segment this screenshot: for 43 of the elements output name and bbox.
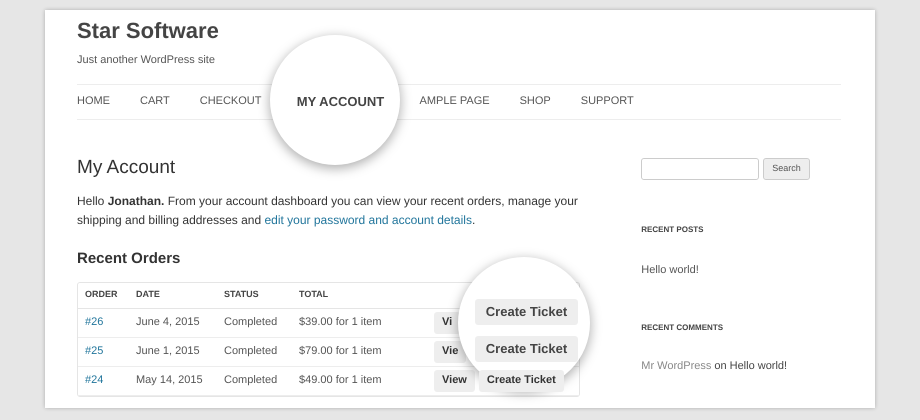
comment-author-link[interactable]: Mr WordPress	[641, 358, 712, 374]
table-cell-text: Completed	[223, 344, 278, 360]
comment-text: on	[714, 359, 727, 374]
widget-title: RECENT POSTS	[641, 224, 705, 236]
table-cell-text: $79.00 for 1 item	[298, 344, 383, 360]
column-header: STATUS	[223, 288, 260, 302]
nav-link[interactable]: CHECKOUT	[200, 93, 262, 110]
nav-link[interactable]: AMPLE PAGE	[419, 93, 490, 110]
greeting-paragraph: Hello Jonathan. From your account dashboard you can view your recent orders, manage your shipping and billing addresses and edit your password and account details.	[77, 192, 579, 228]
page-title: My Account	[77, 156, 176, 180]
post-link[interactable]: Hello world!	[730, 358, 788, 374]
create-ticket-button[interactable]: Create Ticket	[475, 298, 578, 324]
column-header: TOTAL	[298, 288, 328, 302]
search-button[interactable]: Search	[763, 158, 810, 180]
search-field[interactable]	[641, 158, 760, 180]
nav-link[interactable]: HOME	[77, 93, 110, 110]
table-cell-text: $39.00 for 1 item	[298, 315, 383, 330]
table-cell-text: Completed	[223, 373, 278, 388]
section-title: Recent Orders	[77, 250, 182, 268]
order-link[interactable]: #24	[78, 372, 128, 389]
site-tagline: Just another WordPress site	[77, 53, 216, 68]
widget-title: RECENT COMMENTS	[641, 322, 724, 334]
site-title[interactable]: Star Software	[77, 18, 841, 44]
nav-link[interactable]: SUPPORT	[580, 93, 634, 110]
order-link[interactable]: #25	[78, 343, 128, 360]
table-cell-text: Completed	[223, 315, 278, 330]
column-header: ORDER	[84, 288, 119, 302]
order-link[interactable]: #26	[78, 314, 128, 331]
create-ticket-button[interactable]: Create Ticket	[475, 336, 578, 362]
nav-link[interactable]: MY ACCOUNT	[296, 92, 384, 112]
account-details-link[interactable]: edit your password and account details	[264, 212, 472, 226]
nav-link[interactable]: SHOP	[520, 93, 551, 110]
column-header: DATE	[135, 288, 161, 302]
nav-link[interactable]: CART	[140, 93, 170, 110]
table-cell-text: $49.00 for 1 item	[298, 373, 383, 388]
view-button[interactable]: Vie	[434, 340, 466, 362]
table-cell-text: June 4, 2015	[135, 315, 201, 330]
post-link[interactable]: Hello world!	[641, 262, 841, 278]
create-ticket-button[interactable]: Create Ticket	[478, 370, 564, 392]
view-button[interactable]: Vi	[434, 312, 460, 334]
view-button[interactable]: View	[434, 370, 475, 392]
table-cell-text: May 14, 2015	[135, 373, 204, 388]
table-cell-text: June 1, 2015	[135, 344, 201, 360]
